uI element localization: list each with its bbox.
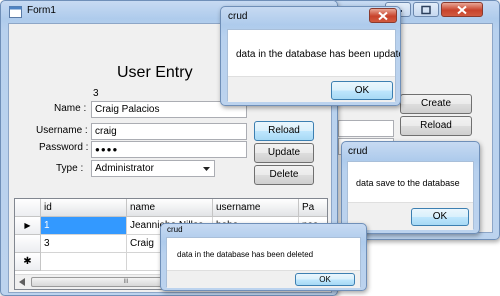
create-button[interactable]: Create [400, 94, 472, 114]
dialog-saved: crud data save to the database OK [341, 141, 480, 234]
grid-corner-header[interactable] [15, 199, 41, 217]
dialog-deleted-titlebar[interactable] [161, 224, 366, 238]
dialog-saved-message: data save to the database [356, 178, 460, 188]
reload-button[interactable]: Reload [254, 121, 314, 141]
row-header[interactable]: ▶ [15, 217, 41, 235]
new-row-header[interactable]: ✱ [15, 253, 41, 271]
dialog-saved-title: crud [348, 146, 368, 157]
dialog-deleted: crud data in the database has been delet… [160, 223, 367, 291]
dialog-deleted-title: crud [167, 225, 183, 234]
dialog-updated-body: data in the database has been updated OK [227, 29, 400, 102]
column-header-username[interactable]: username [213, 199, 299, 217]
close-icon [378, 11, 388, 20]
type-select-value: Administrator [95, 163, 154, 174]
column-header-name[interactable]: name [127, 199, 213, 217]
type-select[interactable]: Administrator [91, 160, 215, 177]
scroll-left-icon[interactable] [19, 278, 25, 286]
back-maximize-button[interactable] [413, 2, 439, 17]
dialog-deleted-message: data in the database has been deleted [177, 250, 314, 259]
dialog-updated-title: crud [228, 11, 248, 22]
chevron-down-icon [203, 167, 210, 171]
username-field[interactable]: craig [91, 123, 247, 140]
close-icon [457, 5, 467, 14]
password-label: Password : [39, 142, 89, 153]
name-label: Name : [54, 103, 87, 114]
dialog-deleted-body: data in the database has been deleted OK [166, 237, 361, 288]
dialog-saved-ok-button[interactable]: OK [411, 208, 469, 226]
table-cell-id[interactable]: 3 [41, 235, 127, 253]
form1-title: Form1 [27, 5, 56, 16]
update-button[interactable]: Update [254, 143, 314, 163]
back-reload-button[interactable]: Reload [400, 116, 472, 136]
dialog-updated: crud data in the database has been updat… [220, 6, 401, 106]
page-title: User Entry [117, 64, 193, 81]
dialog-saved-body: data save to the database OK [347, 161, 474, 230]
dialog-deleted-ok-button[interactable]: OK [295, 273, 355, 286]
column-header-id[interactable]: id [41, 199, 127, 217]
type-label: Type : [56, 163, 84, 174]
id-value-label: 3 [93, 88, 99, 99]
maximize-icon [421, 5, 431, 14]
column-header-password[interactable]: Pa [299, 199, 327, 217]
username-label: Username : [36, 125, 88, 136]
app-icon [9, 6, 22, 18]
scrollbar-grip: III [123, 279, 129, 285]
row-header[interactable] [15, 235, 41, 253]
dialog-updated-ok-button[interactable]: OK [331, 81, 393, 100]
dialog-updated-close-button[interactable] [369, 8, 397, 23]
back-close-button[interactable] [441, 2, 483, 17]
delete-button[interactable]: Delete [254, 165, 314, 185]
back-textbox-1[interactable] [338, 120, 394, 137]
table-cell-id[interactable] [41, 253, 127, 271]
dialog-updated-message: data in the database has been updated [236, 49, 401, 60]
password-field[interactable]: ●●●● [91, 141, 247, 158]
table-cell-id[interactable]: 1 [41, 217, 127, 235]
